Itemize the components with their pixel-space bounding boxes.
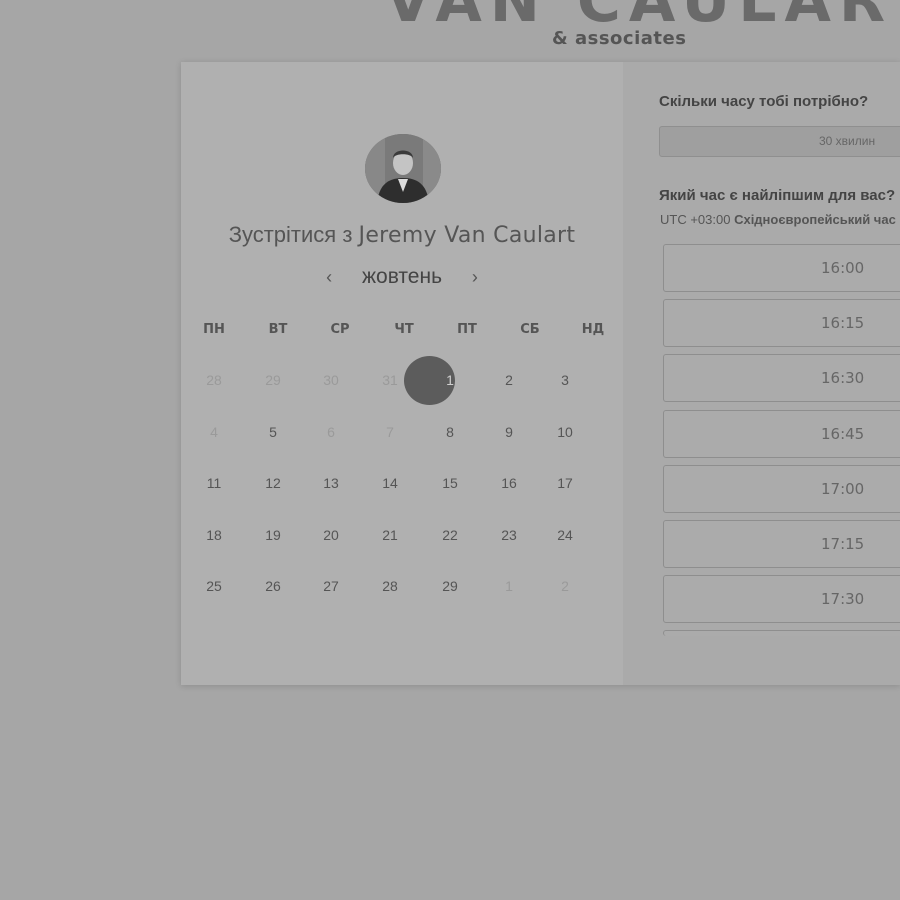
calendar-day[interactable]: 11 xyxy=(194,475,234,491)
weekday-label: НД xyxy=(581,322,605,337)
timezone-offset: UTC +03:00 xyxy=(660,212,731,227)
time-slot-button[interactable]: 16:15 xyxy=(663,299,900,348)
calendar-day[interactable]: 10 xyxy=(545,424,585,440)
calendar-day[interactable]: 12 xyxy=(253,475,293,491)
meet-title: Зустрітися з Jeremy Van Caulart xyxy=(181,222,623,248)
time-slot-button[interactable]: 16:45 xyxy=(663,409,900,458)
host-avatar xyxy=(365,134,441,203)
calendar-day[interactable]: 28 xyxy=(370,578,410,594)
calendar-day[interactable]: 20 xyxy=(311,527,351,543)
calendar-day[interactable]: 18 xyxy=(194,527,234,543)
calendar-day[interactable]: 27 xyxy=(311,578,351,594)
duration-question: Скільки часу тобі потрібно? xyxy=(659,93,869,110)
timezone-label[interactable]: UTC +03:00 Східноєвропейський час xyxy=(660,212,896,227)
calendar-day: 30 xyxy=(323,372,339,388)
host-name: Jeremy Van Caulart xyxy=(358,223,576,248)
month-navigation: ‹ жовтень › xyxy=(181,265,623,289)
time-slot-button[interactable]: 17:00 xyxy=(663,464,900,513)
time-slot-label: 16:00 xyxy=(821,259,865,277)
time-slot-label: 17:00 xyxy=(821,479,865,498)
calendar-day[interactable]: 19 xyxy=(253,527,293,543)
calendar-day[interactable]: 8 xyxy=(430,424,470,440)
time-slot-label: 17:30 xyxy=(821,590,865,609)
timezone-name: Східноєвропейський час xyxy=(734,212,896,227)
time-slot-button-partial[interactable] xyxy=(663,630,900,636)
weekday-label: ПТ xyxy=(457,322,477,337)
time-slot-label: 16:45 xyxy=(821,424,865,443)
weekday-label: СР xyxy=(330,322,350,337)
avatar-photo xyxy=(365,134,441,203)
weekday-label: ВТ xyxy=(268,322,288,337)
calendar-day[interactable]: 26 xyxy=(253,578,293,594)
time-question: Який час є найліпшим для вас? xyxy=(659,187,896,204)
meet-title-prefix: Зустрітися з xyxy=(228,222,353,247)
calendar-day[interactable]: 16 xyxy=(489,475,529,491)
calendar-day[interactable]: 3 xyxy=(545,372,585,388)
calendar-day[interactable]: 2 xyxy=(489,372,529,388)
calendar-day[interactable]: 13 xyxy=(311,475,351,491)
calendar-day[interactable]: 5 xyxy=(253,424,293,440)
duration-value: 30 хвилин xyxy=(819,134,876,148)
calendar-day[interactable]: 23 xyxy=(489,527,529,543)
calendar-day-selected[interactable]: 1 xyxy=(430,372,470,388)
calendar-day[interactable]: 21 xyxy=(370,527,410,543)
calendar-day: 28 xyxy=(206,372,222,388)
chevron-left-icon[interactable]: ‹ xyxy=(318,267,340,288)
time-slot-label: 17:15 xyxy=(821,535,865,553)
duration-select[interactable]: 30 хвилин xyxy=(659,126,900,157)
month-label: жовтень xyxy=(361,265,443,288)
brand-subtitle: & associates xyxy=(552,28,687,49)
calendar-day[interactable]: 9 xyxy=(489,424,529,440)
weekday-label: СБ xyxy=(520,322,540,337)
weekday-label: ПН xyxy=(203,322,225,337)
calendar-day[interactable]: 29 xyxy=(430,578,470,594)
time-slot-label: 16:15 xyxy=(821,314,865,333)
calendar-day[interactable]: 15 xyxy=(430,475,470,491)
calendar-day[interactable]: 25 xyxy=(194,578,234,594)
calendar-day: 7 xyxy=(386,424,394,440)
calendar-day[interactable]: 14 xyxy=(370,475,410,491)
calendar-day[interactable]: 22 xyxy=(430,527,470,543)
calendar-day: 6 xyxy=(327,424,335,440)
time-slot-button[interactable]: 17:15 xyxy=(663,520,900,568)
calendar-day[interactable]: 17 xyxy=(545,475,585,491)
weekday-label: ЧТ xyxy=(394,322,414,337)
calendar-day: 2 xyxy=(561,578,569,594)
calendar-day: 1 xyxy=(505,578,513,594)
time-slot-button[interactable]: 17:30 xyxy=(663,575,900,624)
time-slot-label: 16:30 xyxy=(821,369,865,388)
calendar-day: 29 xyxy=(265,372,281,388)
chevron-right-icon[interactable]: › xyxy=(464,267,486,288)
calendar-day: 4 xyxy=(210,424,218,440)
calendar-day[interactable]: 24 xyxy=(545,527,585,543)
time-slot-button[interactable]: 16:00 xyxy=(663,244,900,292)
time-slot-button[interactable]: 16:30 xyxy=(663,354,900,403)
